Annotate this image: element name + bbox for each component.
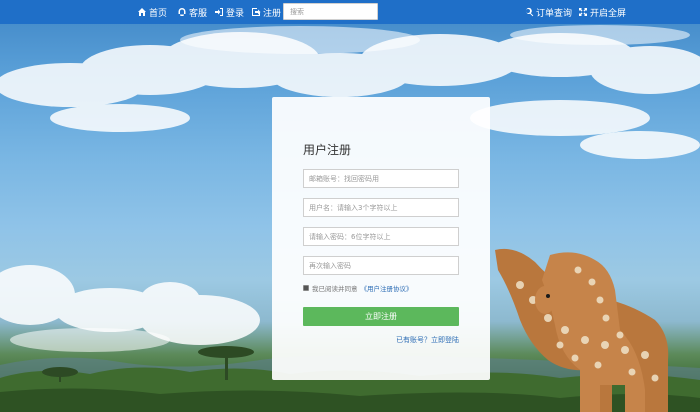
nav-register-label: 注册 — [263, 8, 282, 19]
register-button[interactable]: 立即注册 — [303, 307, 459, 326]
register-card: 用户注册 我已阅读并同意 《用户注册协议》 立即注册 已有账号？立即登陆 — [272, 97, 490, 380]
search-icon — [525, 7, 534, 17]
nav-service[interactable]: 客服 — [177, 0, 207, 24]
confirm-password-field[interactable] — [303, 256, 459, 275]
home-icon — [138, 8, 146, 16]
nav-login-label: 登录 — [226, 8, 245, 19]
top-navbar: 首页 客服 登录 注册 订单查询 开启全屏 — [0, 0, 700, 24]
login-link[interactable]: 已有账号？立即登陆 — [396, 335, 459, 345]
nav-fullscreen[interactable]: 开启全屏 — [578, 0, 626, 24]
password-field[interactable] — [303, 227, 459, 246]
email-field[interactable] — [303, 169, 459, 188]
search-input[interactable] — [283, 3, 378, 20]
agreement-row: 我已阅读并同意 《用户注册协议》 — [303, 283, 413, 293]
nav-home-label: 首页 — [149, 8, 168, 19]
nav-service-label: 客服 — [189, 8, 208, 19]
form-title: 用户注册 — [303, 143, 352, 157]
nav-order-query-label: 订单查询 — [536, 8, 573, 19]
nav-home[interactable]: 首页 — [137, 0, 167, 24]
agree-checkbox[interactable] — [303, 285, 309, 291]
customer-service-icon — [178, 8, 186, 16]
username-field[interactable] — [303, 198, 459, 217]
nav-order-query[interactable]: 订单查询 — [524, 0, 572, 24]
register-icon — [252, 8, 261, 16]
agree-text: 我已阅读并同意 — [312, 285, 358, 293]
nav-fullscreen-label: 开启全屏 — [590, 8, 627, 19]
sign-in-icon — [215, 8, 223, 16]
agreement-link[interactable]: 《用户注册协议》 — [361, 283, 413, 293]
fullscreen-icon — [579, 8, 587, 16]
nav-register[interactable]: 注册 — [251, 0, 281, 24]
nav-login[interactable]: 登录 — [214, 0, 244, 24]
